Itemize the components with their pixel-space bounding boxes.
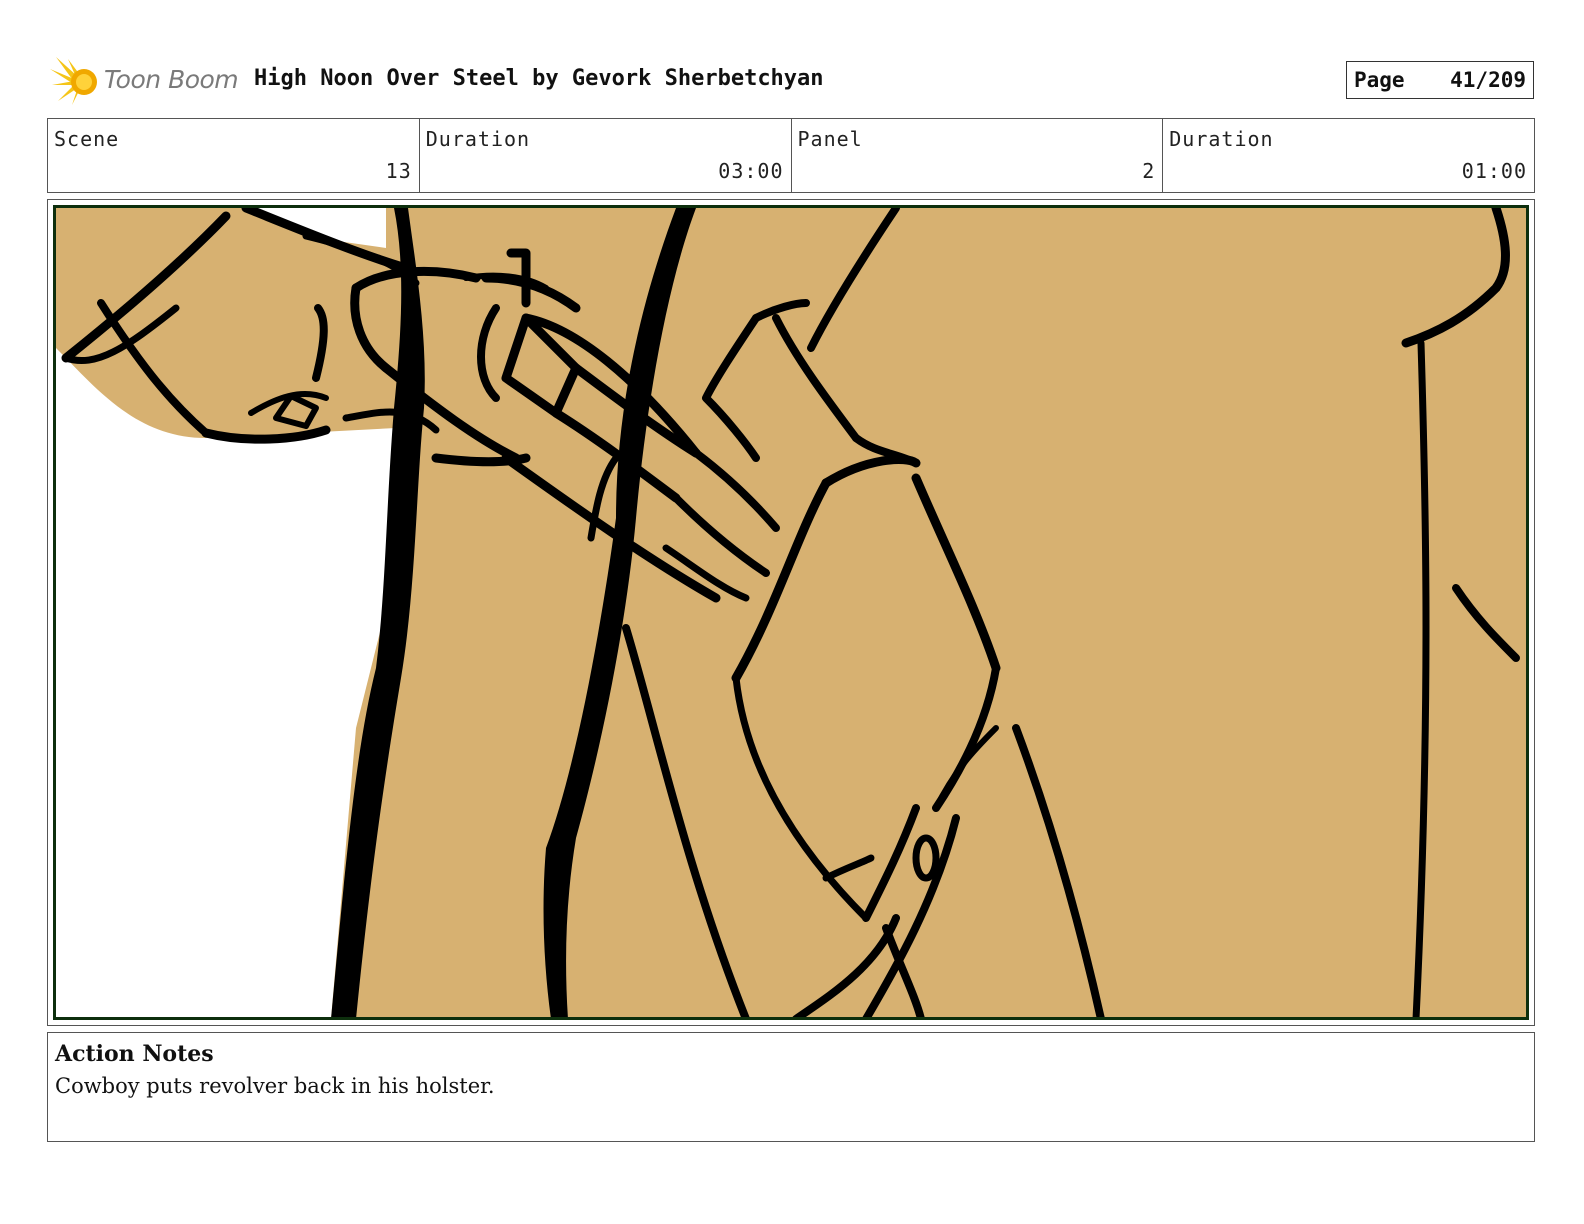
document-title: High Noon Over Steel by Gevork Sherbetch… <box>254 66 824 91</box>
panel-cell: Panel 2 <box>792 119 1164 192</box>
page-number: 41/209 <box>1450 68 1526 92</box>
scene-value: 13 <box>385 159 412 183</box>
action-notes-title: Action Notes <box>55 1041 214 1067</box>
logo-text: Toon Boom <box>104 65 239 94</box>
action-notes-body: Cowboy puts revolver back in his holster… <box>55 1074 495 1098</box>
scene-cell: Scene 13 <box>48 119 420 192</box>
page-indicator: Page 41/209 <box>1346 61 1534 99</box>
scene-duration-value: 03:00 <box>718 159 784 183</box>
starburst-logo-icon <box>50 57 97 105</box>
scene-label: Scene <box>54 127 120 151</box>
scene-duration-cell: Duration 03:00 <box>420 119 792 192</box>
storyboard-illustration <box>56 208 1520 1017</box>
storyboard-drawing <box>53 205 1529 1020</box>
panel-value: 2 <box>1142 159 1156 183</box>
panel-duration-value: 01:00 <box>1461 159 1527 183</box>
scene-info-table: Scene 13 Duration 03:00 Panel 2 Duration… <box>47 118 1535 193</box>
panel-duration-label: Duration <box>1169 127 1274 151</box>
page-label: Page <box>1354 68 1405 92</box>
panel-label: Panel <box>797 127 863 151</box>
panel-duration-cell: Duration 01:00 <box>1163 119 1534 192</box>
storyboard-panel-frame <box>47 199 1535 1026</box>
action-notes: Action Notes Cowboy puts revolver back i… <box>47 1032 1535 1142</box>
scene-duration-label: Duration <box>425 127 531 151</box>
toon-boom-logo: Toon Boom <box>50 55 240 107</box>
